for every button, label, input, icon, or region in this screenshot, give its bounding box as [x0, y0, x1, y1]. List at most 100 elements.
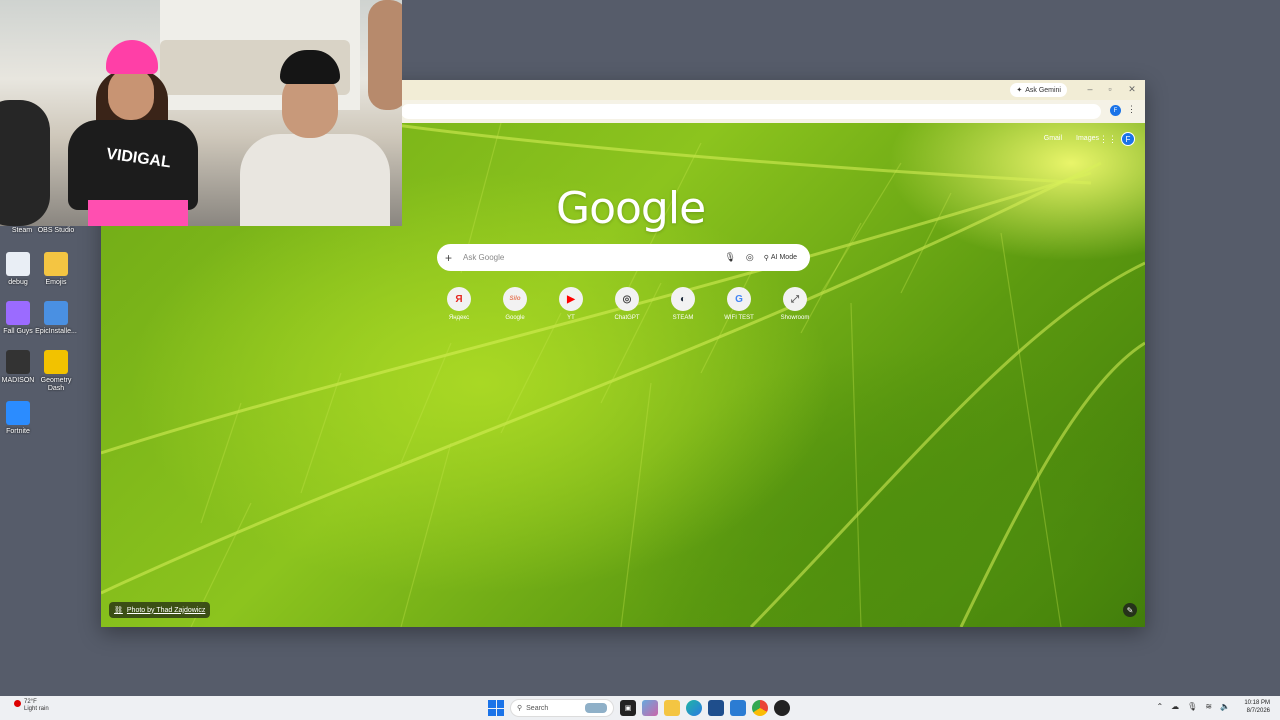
- desktop-icon-label: debug: [8, 279, 28, 286]
- weather-alert-icon: [14, 700, 21, 707]
- desktop-icon-label: Fortnite: [6, 428, 30, 435]
- shortcut-label: STEAM: [672, 315, 694, 321]
- cloud-icon[interactable]: ☁: [1171, 702, 1179, 711]
- wifi-icon[interactable]: ≋: [1205, 702, 1212, 711]
- menu-kebab-icon[interactable]: ⋮: [1127, 104, 1136, 115]
- person-left: [0, 100, 50, 226]
- madison-icon: [6, 350, 30, 374]
- copilot-icon[interactable]: [642, 700, 658, 716]
- address-bar[interactable]: [401, 104, 1101, 119]
- shortcut-tile[interactable]: G WIFI TEST: [718, 287, 760, 321]
- clock-date: 8/7/2026: [1246, 707, 1270, 714]
- chrome-icon[interactable]: [752, 700, 768, 716]
- weather-widget[interactable]: 72°F Light rain: [12, 699, 49, 713]
- photo-credit-link[interactable]: ⛓ Photo by Thad Zajdowicz: [109, 602, 211, 618]
- store-icon[interactable]: [708, 700, 724, 716]
- desktop-icon-label: OBS Studio: [37, 227, 75, 234]
- search-box[interactable]: + Ask Google 🎙 ◎ ⚲ AI Mode: [437, 244, 810, 271]
- images-link[interactable]: Images: [1076, 135, 1099, 142]
- edge-icon[interactable]: [686, 700, 702, 716]
- head: [108, 68, 154, 120]
- google-logo: Google: [556, 183, 706, 234]
- black-cap: [280, 50, 340, 84]
- shortcut-label: YT: [567, 315, 575, 321]
- apps-grid-icon[interactable]: ⋮⋮: [1099, 134, 1117, 144]
- task-view-icon[interactable]: ▣: [620, 700, 636, 716]
- windows-start-icon[interactable]: [488, 700, 504, 716]
- lens-icon[interactable]: ◎: [746, 252, 754, 263]
- shortcut-tile[interactable]: ◐ STEAM: [662, 287, 704, 321]
- person-edge: [368, 0, 402, 110]
- top-links: Gmail Images: [1044, 135, 1099, 142]
- maximize-button[interactable]: ▫: [1103, 84, 1117, 94]
- shortcut-tile[interactable]: ▶ YT: [550, 287, 592, 321]
- gmail-link[interactable]: Gmail: [1044, 135, 1062, 142]
- search-highlight-icon: [585, 703, 607, 713]
- desktop-icon-label: Geometry Dash: [40, 377, 72, 392]
- desktop-icon-fortnite[interactable]: Fortnite: [0, 401, 40, 436]
- ask-gemini-label: Ask Gemini: [1025, 86, 1061, 94]
- webcam-overlay: VIDIGAL: [0, 0, 402, 226]
- shortcut-label: Яндекс: [448, 315, 470, 321]
- shortcut-tile[interactable]: Я Яндекс: [438, 287, 480, 321]
- shortcuts-row: Я Яндекс Silo Google ▶ YT ◎ ChatGPT ◐ ST…: [438, 287, 816, 321]
- search-input[interactable]: Ask Google: [463, 253, 719, 262]
- folder-icon: [44, 252, 68, 276]
- person-woman: VIDIGAL: [58, 40, 208, 226]
- profile-initial: F: [1113, 107, 1118, 114]
- desktop-icon-label: Emojis: [45, 279, 67, 286]
- desktop-icon-label: Fall Guys: [3, 328, 33, 335]
- taskbar-apps: ⚲ Search ▣: [488, 699, 790, 717]
- taskbar: 72°F Light rain ⚲ Search ▣ ⌃ ☁ 🎙 ≋ 🔈 10:…: [0, 696, 1280, 720]
- microphone-icon[interactable]: 🎙: [1187, 702, 1197, 711]
- file-explorer-icon[interactable]: [664, 700, 680, 716]
- desktop-icon-emojis[interactable]: Emojis: [34, 252, 78, 287]
- pink-shorts: [88, 200, 188, 226]
- youtube-icon: ▶: [559, 287, 583, 311]
- shortcut-tile[interactable]: ⤢ Showroom: [774, 287, 816, 321]
- clock[interactable]: 10:18 PM 8/7/2026: [1244, 700, 1270, 716]
- account-avatar[interactable]: F: [1121, 132, 1135, 146]
- shortcut-tile[interactable]: ◎ ChatGPT: [606, 287, 648, 321]
- weather-desc: Light rain: [24, 706, 49, 713]
- weather-temp: 72°F: [24, 699, 37, 705]
- obs-icon[interactable]: [774, 700, 790, 716]
- profile-button[interactable]: F: [1110, 105, 1121, 116]
- geometry-dash-icon: [44, 350, 68, 374]
- volume-icon[interactable]: 🔈: [1220, 702, 1230, 711]
- gemini-sparkle-icon: ✦: [1016, 87, 1023, 94]
- expand-icon: ⤢: [783, 287, 807, 311]
- shortcut-label: Google: [505, 315, 525, 321]
- installer-icon: [44, 301, 68, 325]
- link-icon: ⛓: [114, 607, 123, 614]
- white-shirt: [240, 134, 390, 226]
- pink-beanie: [106, 40, 158, 74]
- shortcut-label: ChatGPT: [614, 315, 640, 321]
- ai-search-icon: ⚲: [763, 254, 769, 262]
- chatgpt-icon: ◎: [615, 287, 639, 311]
- shortcut-label: Showroom: [780, 315, 810, 321]
- ask-gemini-button[interactable]: ✦ Ask Gemini: [1010, 83, 1067, 97]
- ai-mode-label: AI Mode: [770, 254, 797, 261]
- yandex-icon: Я: [447, 287, 471, 311]
- desktop-icon-epic-installer[interactable]: EpicInstalle...: [34, 301, 78, 336]
- avatar-initial: F: [1125, 134, 1131, 144]
- taskbar-search[interactable]: ⚲ Search: [510, 699, 614, 717]
- close-button[interactable]: ✕: [1125, 84, 1139, 95]
- microphone-icon[interactable]: 🎙: [724, 252, 735, 263]
- outlook-icon[interactable]: [730, 700, 746, 716]
- desktop-icon-geometry-dash[interactable]: Geometry Dash: [34, 350, 78, 392]
- plus-icon[interactable]: +: [445, 251, 459, 265]
- minimize-button[interactable]: –: [1083, 84, 1097, 94]
- fortnite-icon: [6, 401, 30, 425]
- steam-icon: ◐: [671, 287, 695, 311]
- google-icon: G: [727, 287, 751, 311]
- ai-mode-button[interactable]: ⚲ AI Mode: [758, 251, 802, 264]
- chevron-up-icon[interactable]: ⌃: [1156, 702, 1163, 711]
- system-tray: ⌃ ☁ 🎙 ≋ 🔈: [1156, 702, 1230, 711]
- fall-guys-icon: [6, 301, 30, 325]
- file-icon: [6, 252, 30, 276]
- desktop-icon-label: MADISON: [1, 377, 35, 384]
- customize-pencil-icon[interactable]: ✎: [1123, 603, 1137, 617]
- shortcut-tile[interactable]: Silo Google: [494, 287, 536, 321]
